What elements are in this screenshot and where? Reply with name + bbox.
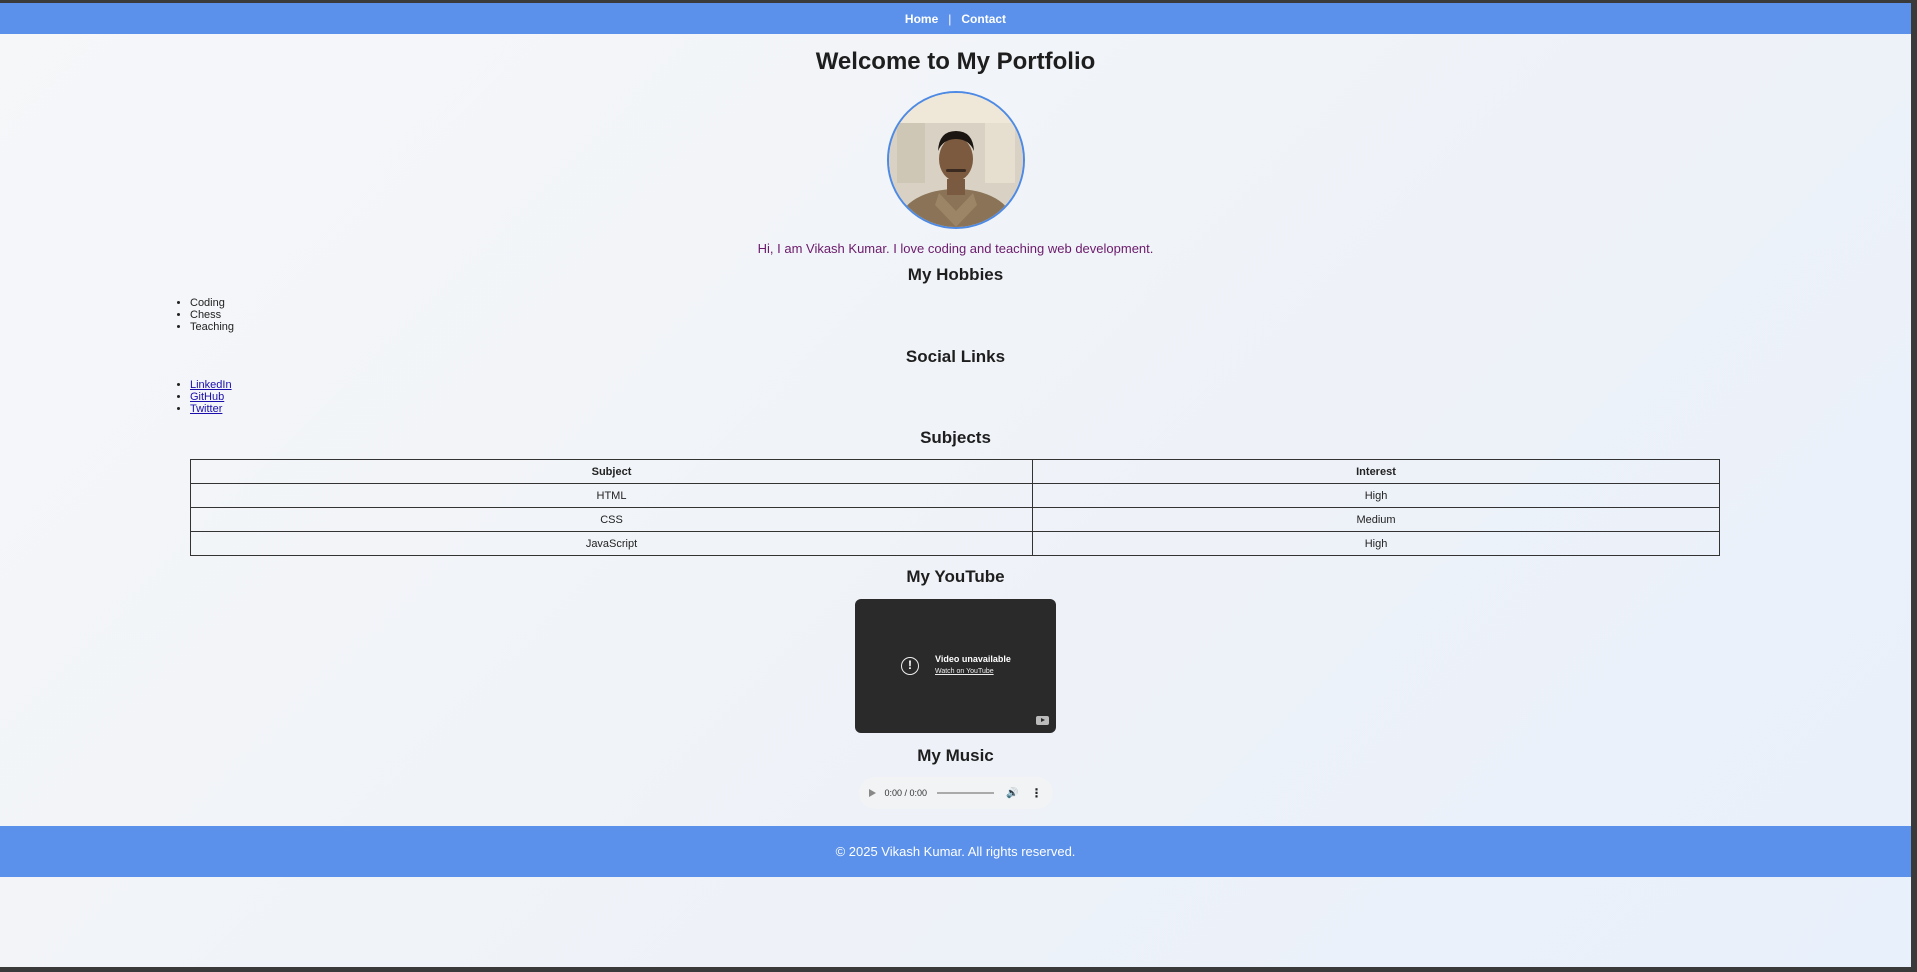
list-item: Chess	[190, 309, 1911, 321]
table-row: JavaScript High	[190, 531, 1720, 556]
window-frame-right	[1911, 0, 1917, 972]
audio-progress-track[interactable]	[937, 792, 995, 794]
audio-player: 0:00 / 0:00 🔊 ⋮	[858, 777, 1053, 809]
footer-copyright: © 2025 Vikash Kumar. All rights reserved…	[835, 844, 1076, 859]
twitter-link[interactable]: Twitter	[190, 403, 222, 415]
top-nav: Home | Contact	[0, 3, 1911, 34]
table-cell: Medium	[1032, 507, 1720, 532]
page-title: Welcome to My Portfolio	[815, 48, 1096, 75]
avatar	[886, 91, 1025, 229]
column-header-interest: Interest	[1032, 459, 1720, 484]
hobbies-list: Coding Chess Teaching	[190, 297, 1911, 333]
table-header-row: Subject Interest	[190, 459, 1720, 484]
music-heading: My Music	[917, 746, 994, 765]
list-item: Coding	[190, 297, 1911, 309]
list-item: LinkedIn	[190, 379, 1911, 391]
hobbies-heading: My Hobbies	[907, 265, 1004, 284]
watch-on-youtube-link[interactable]: Watch on YouTube	[935, 668, 994, 675]
table-cell: High	[1032, 483, 1720, 508]
video-status-text: Video unavailable	[935, 654, 1011, 664]
list-item: Twitter	[190, 403, 1911, 415]
nav-home-link[interactable]: Home	[905, 12, 938, 26]
video-container: ! Video unavailable Watch on YouTube	[0, 599, 1911, 733]
table-cell: HTML	[190, 483, 1033, 508]
linkedin-link[interactable]: LinkedIn	[190, 379, 232, 391]
table-cell: CSS	[190, 507, 1033, 532]
table-row: HTML High	[190, 483, 1720, 508]
list-item: Teaching	[190, 321, 1911, 333]
window-frame-bottom	[0, 967, 1917, 972]
page-footer: © 2025 Vikash Kumar. All rights reserved…	[0, 826, 1911, 877]
nav-separator: |	[948, 11, 952, 26]
table-cell: JavaScript	[190, 531, 1033, 556]
subjects-table: Subject Interest HTML High CSS Medium Ja…	[190, 459, 1720, 556]
audio-container: 0:00 / 0:00 🔊 ⋮	[0, 777, 1911, 809]
subjects-heading: Subjects	[920, 428, 991, 447]
social-links-heading: Social Links	[905, 347, 1006, 366]
table-row: CSS Medium	[190, 507, 1720, 532]
alert-circle-icon: !	[901, 657, 919, 675]
profile-photo-icon	[888, 93, 1023, 227]
table-cell: High	[1032, 531, 1720, 556]
more-options-icon[interactable]: ⋮	[1031, 786, 1043, 800]
nav-contact-link[interactable]: Contact	[961, 12, 1006, 26]
volume-icon[interactable]: 🔊	[1006, 788, 1018, 799]
avatar-container	[0, 91, 1911, 229]
audio-time: 0:00 / 0:00	[884, 788, 928, 798]
youtube-heading: My YouTube	[906, 567, 1005, 586]
github-link[interactable]: GitHub	[190, 391, 224, 403]
social-links-list: LinkedIn GitHub Twitter	[190, 379, 1911, 415]
column-header-subject: Subject	[190, 459, 1033, 484]
list-item: GitHub	[190, 391, 1911, 403]
play-icon[interactable]	[868, 789, 876, 797]
intro-text: Hi, I am Vikash Kumar. I love coding and…	[757, 241, 1154, 256]
youtube-logo-icon[interactable]	[1036, 716, 1049, 725]
page: Home | Contact Welcome to My Portfolio H…	[0, 3, 1911, 809]
youtube-embed[interactable]: ! Video unavailable Watch on YouTube	[855, 599, 1056, 733]
